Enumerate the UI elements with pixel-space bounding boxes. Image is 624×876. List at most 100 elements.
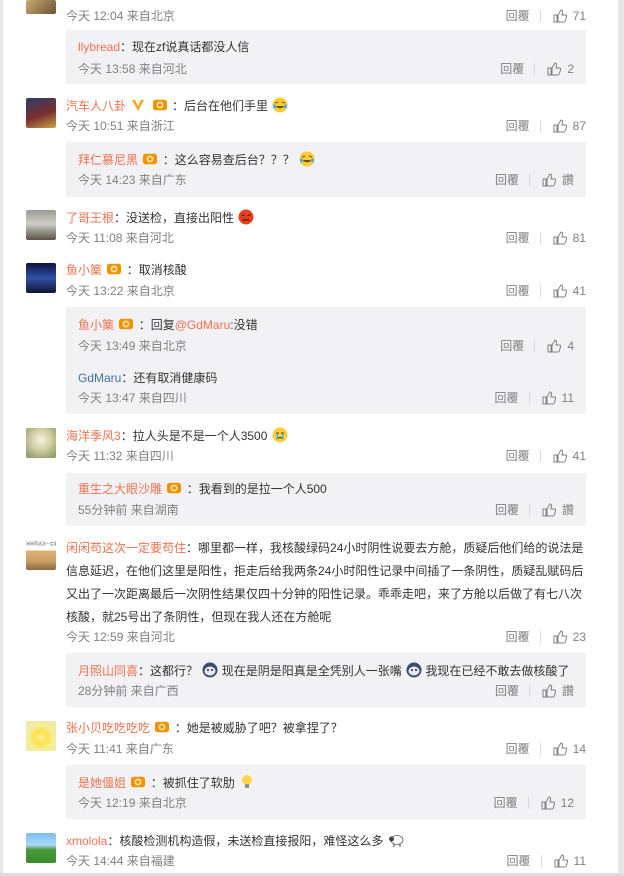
comment-meta: 今天 11:32 来自四川: [66, 449, 174, 463]
like-count: 讚: [561, 503, 574, 517]
like-count: 41: [572, 284, 586, 298]
reply-button[interactable]: 回覆: [506, 8, 530, 24]
reply-button[interactable]: 回覆: [506, 741, 530, 757]
thumbs-up-icon[interactable]: [542, 503, 556, 517]
mention-link[interactable]: @GdMaru: [175, 318, 231, 332]
comment-content: 海洋季风3：拉人头是不是一个人3500: [66, 427, 288, 444]
avatar[interactable]: [26, 721, 56, 751]
thumbs-up-icon[interactable]: [553, 119, 567, 133]
reply-button[interactable]: 回覆: [495, 683, 519, 699]
username-link[interactable]: 重生之大眼沙雕: [78, 482, 162, 496]
divider: [539, 743, 541, 755]
divider: [527, 797, 529, 809]
avatar[interactable]: [26, 0, 56, 14]
reply-button[interactable]: 回覆: [506, 283, 530, 299]
reply-button[interactable]: 回覆: [495, 390, 519, 406]
reply-button[interactable]: 回覆: [507, 853, 531, 869]
reply-button[interactable]: 回覆: [506, 230, 530, 246]
thumbs-up-icon[interactable]: [554, 854, 568, 868]
thumbs-up-icon[interactable]: [542, 173, 556, 187]
comment-meta: 今天 14:44 来自福建: [66, 854, 175, 868]
divider: [528, 504, 530, 516]
username-link[interactable]: 张小贝吃吃吃吃: [66, 721, 150, 735]
crying-emoji-icon: [272, 427, 288, 443]
comment-content: 鱼小篥 ：取消核酸: [66, 263, 187, 277]
reply-actions: 回覆 讚: [495, 172, 574, 188]
lightbulb-emoji-icon: [242, 775, 253, 788]
like-count: 讚: [561, 684, 574, 698]
verified-v-icon: [132, 100, 145, 111]
comment-content: 张小贝吃吃吃吃 ：她是被威胁了吧？被拿捏了？: [66, 721, 343, 735]
username-link[interactable]: 是她僵姐: [78, 776, 126, 790]
reply-button[interactable]: 回覆: [506, 629, 530, 645]
reply-meta: 28分钟前 来自广西: [78, 684, 179, 698]
thumbs-up-icon[interactable]: [542, 684, 556, 698]
reply-meta: 今天 13:49 来自北京: [78, 339, 187, 353]
comment-actions: 回覆 81: [506, 230, 586, 246]
divider: [539, 120, 541, 132]
thumbs-up-icon[interactable]: [553, 742, 567, 756]
comment-meta: 今天 10:51 来自浙江: [66, 119, 175, 133]
reply-button[interactable]: 回覆: [495, 502, 519, 518]
reply-content: 重生之大眼沙雕 ：我看到的是拉一个人500: [78, 482, 327, 496]
thumbs-up-icon[interactable]: [547, 62, 562, 76]
username-link[interactable]: GdMaru: [78, 371, 121, 385]
reply-content: 拜仁慕尼黑 ：这么容易查后台？？？: [78, 151, 315, 168]
thumbs-up-icon[interactable]: [553, 284, 567, 298]
comment-actions: 回覆 41: [506, 448, 586, 464]
reply-content: 月照山同喜：这都行？ 现在是阴是阳真是全凭别人一张嘴 我现在已经不敢去做核酸了: [78, 662, 570, 678]
window-border-right: [618, 0, 624, 876]
thumbs-up-icon[interactable]: [553, 9, 567, 23]
avatar[interactable]: [26, 210, 56, 240]
member-badge-icon: [119, 318, 134, 330]
comment-meta: 今天 12:04 来自北京: [66, 9, 175, 23]
reply-actions: 回覆 11: [495, 390, 574, 406]
reply-button[interactable]: 回覆: [494, 795, 518, 811]
thumbs-up-icon[interactable]: [547, 339, 562, 353]
thumbs-up-icon[interactable]: [541, 796, 555, 810]
reply-button[interactable]: 回覆: [500, 338, 524, 354]
thumbs-up-icon[interactable]: [542, 391, 556, 405]
thumbs-up-icon[interactable]: [553, 231, 567, 245]
comment-actions: 回覆 14: [506, 741, 586, 757]
reply-button[interactable]: 回覆: [495, 172, 519, 188]
username-link[interactable]: xmolola: [66, 834, 107, 848]
avatar[interactable]: 闲闲苟这次一定要苟住: [26, 540, 56, 570]
like-count: 讚: [561, 173, 574, 187]
laugh-cry-emoji-icon: [299, 151, 315, 167]
angry-emoji-icon: [238, 209, 254, 225]
comment-actions: 回覆 71: [506, 8, 586, 24]
username-link[interactable]: 海洋季风3: [66, 429, 121, 443]
username-link[interactable]: 拜仁慕尼黑: [78, 153, 138, 167]
reply-button[interactable]: 回覆: [506, 118, 530, 134]
thumbs-up-icon[interactable]: [553, 630, 567, 644]
avatar[interactable]: [26, 263, 56, 293]
username-link[interactable]: 月照山同喜: [78, 664, 138, 678]
comment-meta: 今天 13:22 来自北京: [66, 284, 175, 298]
divider: [539, 450, 541, 462]
comment-meta: 今天 12:59 来自河北: [66, 630, 175, 644]
avatar[interactable]: [26, 428, 56, 458]
reply-button[interactable]: 回覆: [500, 61, 524, 77]
reply-item: 拜仁慕尼黑 ：这么容易查后台？？？ 今天 14:23 来自广东 回覆 讚: [66, 142, 586, 197]
doge-emoji-icon: [406, 662, 422, 678]
avatar[interactable]: [26, 833, 56, 863]
username-link[interactable]: 鱼小篥: [78, 318, 114, 332]
thumbs-up-icon[interactable]: [553, 449, 567, 463]
username-link[interactable]: 汽车人八卦: [66, 99, 126, 113]
comment-actions: 回覆 41: [506, 283, 586, 299]
member-badge-icon: [107, 263, 122, 275]
reply-button[interactable]: 回覆: [506, 448, 530, 464]
divider: [534, 63, 536, 75]
username-link[interactable]: 闲闲苟这次一定要苟住: [66, 541, 186, 555]
reply-content: 鱼小篥 ：回复@GdMaru:没错: [78, 318, 258, 332]
avatar[interactable]: [26, 98, 56, 128]
username-link[interactable]: llybread: [78, 40, 120, 54]
comment-content: 闲闲苟这次一定要苟住：哪里都一样，我核酸绿码24小时阴性说要去方舱，质疑后他们给…: [66, 541, 584, 624]
doge-emoji-icon: [202, 662, 218, 678]
comment-actions: 回覆 11: [507, 853, 586, 869]
like-count: 11: [561, 391, 574, 405]
comment-actions: 回覆 87: [506, 118, 586, 134]
username-link[interactable]: 了哥王根: [66, 211, 114, 225]
username-link[interactable]: 鱼小篥: [66, 263, 102, 277]
